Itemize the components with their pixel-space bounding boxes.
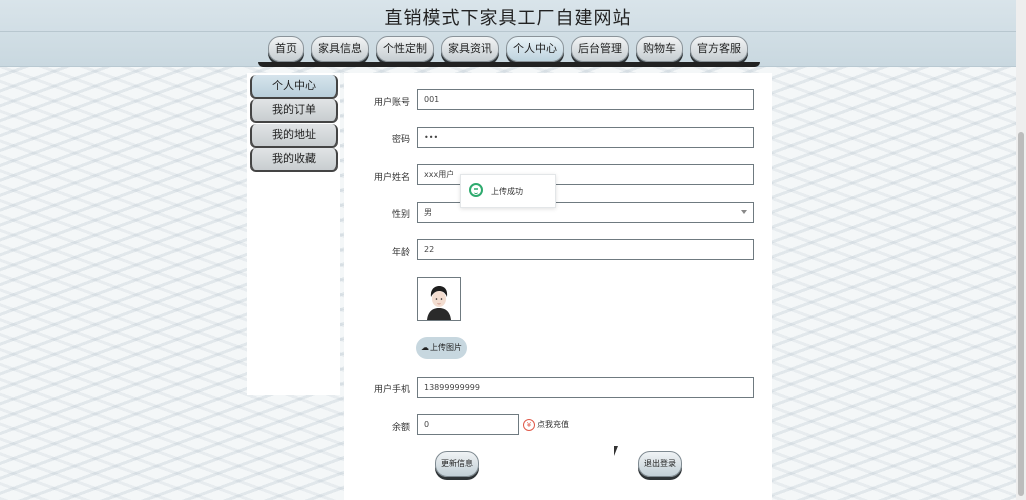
cloud-upload-icon: ☁ <box>421 343 429 352</box>
user-sidebar: 个人中心 我的订单 我的地址 我的收藏 <box>247 73 340 395</box>
scrollbar-thumb[interactable] <box>1018 132 1024 496</box>
mouse-cursor-icon <box>614 446 618 456</box>
site-header: 直销模式下家具工厂自建网站 首页 家具信息 个性定制 家具资讯 个人中心 后台管… <box>0 0 1016 67</box>
upload-image-button[interactable]: ☁上传图片 <box>416 337 467 359</box>
gender-selected-value: 男 <box>424 208 432 217</box>
recharge-link[interactable]: ¥ 点我充值 <box>523 419 569 431</box>
nav-item-home[interactable]: 首页 <box>268 36 304 62</box>
toast-message: 上传成功 <box>491 187 523 196</box>
nav-item-cart[interactable]: 购物车 <box>636 36 683 62</box>
logout-button[interactable]: 退出登录 <box>638 451 682 477</box>
nav-item-admin[interactable]: 后台管理 <box>571 36 629 62</box>
nav-item-furniture-info[interactable]: 家具信息 <box>311 36 369 62</box>
chevron-down-icon <box>741 210 747 214</box>
balance-input[interactable] <box>417 414 519 435</box>
phone-input[interactable] <box>417 377 754 398</box>
nav-item-news[interactable]: 家具资讯 <box>441 36 499 62</box>
sidebar-item-my-orders[interactable]: 我的订单 <box>250 99 338 121</box>
recharge-label: 点我充值 <box>537 420 569 429</box>
sidebar-item-my-favorites[interactable]: 我的收藏 <box>250 148 338 170</box>
nav-item-customer-service[interactable]: 官方客服 <box>690 36 748 62</box>
title-divider <box>0 31 1016 32</box>
nav-item-custom[interactable]: 个性定制 <box>376 36 434 62</box>
sidebar-item-my-address[interactable]: 我的地址 <box>250 124 338 146</box>
gender-label: 性别 <box>391 210 410 220</box>
account-label: 用户账号 <box>373 98 410 108</box>
main-nav: 首页 家具信息 个性定制 家具资讯 个人中心 后台管理 购物车 官方客服 <box>0 36 1016 62</box>
site-title: 直销模式下家具工厂自建网站 <box>384 8 632 29</box>
content-top-edge <box>258 62 760 67</box>
avatar-preview <box>417 277 461 321</box>
sidebar-item-user-center[interactable]: 个人中心 <box>250 75 338 97</box>
avatar-image <box>418 278 460 320</box>
nav-item-user-center[interactable]: 个人中心 <box>506 36 564 62</box>
page-scrollbar[interactable] <box>1016 0 1026 500</box>
account-input[interactable] <box>417 89 754 110</box>
upload-image-label: 上传图片 <box>430 343 462 352</box>
smile-success-icon <box>469 183 483 197</box>
upload-success-toast: 上传成功 <box>460 174 556 208</box>
name-label: 用户姓名 <box>373 173 410 183</box>
balance-label: 余额 <box>391 423 410 433</box>
update-info-button[interactable]: 更新信息 <box>435 451 479 477</box>
age-label: 年龄 <box>391 248 410 258</box>
password-label: 密码 <box>391 135 410 145</box>
yuan-coin-icon: ¥ <box>523 419 535 431</box>
password-input[interactable]: ••• <box>417 127 754 148</box>
phone-label: 用户手机 <box>373 385 410 395</box>
age-input[interactable] <box>417 239 754 260</box>
